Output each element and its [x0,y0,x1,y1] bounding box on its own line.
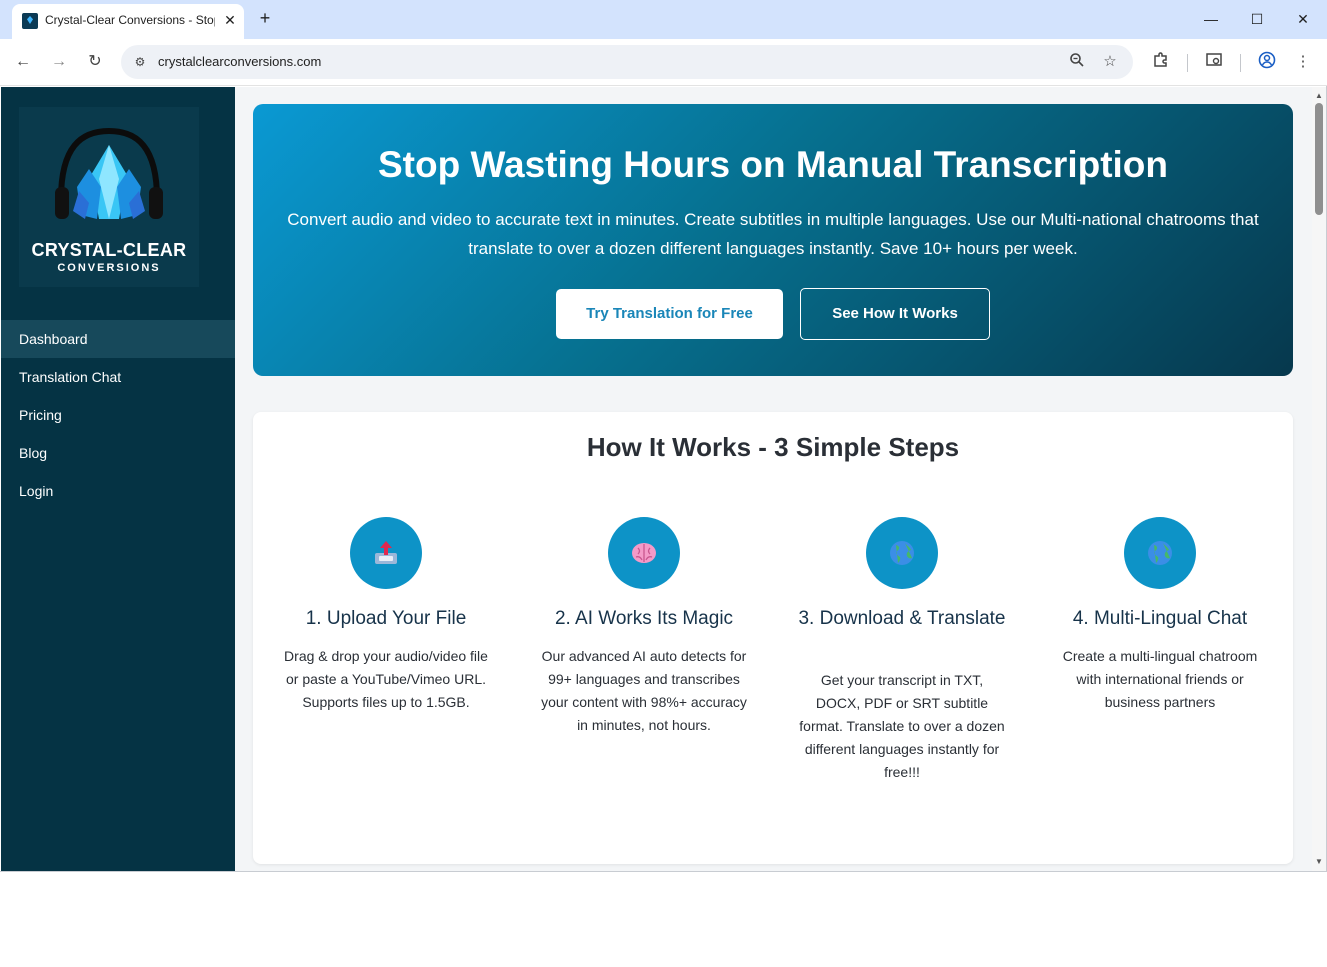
hero-title: Stop Wasting Hours on Manual Transcripti… [377,144,1169,185]
logo-title: CRYSTAL-CLEAR [31,240,187,260]
sidebar-item-translation-chat[interactable]: Translation Chat [1,358,235,396]
upload-tray-icon [350,517,422,589]
step-title: 2. AI Works Its Magic [554,608,734,629]
scroll-thumb[interactable] [1315,103,1323,215]
logo[interactable]: CRYSTAL-CLEAR CONVERSIONS [19,107,199,287]
step-title: 3. Download & Translate [798,608,1006,629]
step-title: 4. Multi-Lingual Chat [1072,608,1248,629]
step-description: Create a multi-lingual chatroom with int… [1062,648,1258,710]
maximize-icon[interactable]: ☐ [1242,6,1272,32]
zoom-icon[interactable] [1067,52,1087,72]
bookmark-star-icon[interactable]: ☆ [1100,52,1120,72]
step-description: Our advanced AI auto detects for 99+ lan… [541,648,747,733]
hero-description: Convert audio and video to accurate text… [287,210,1259,258]
try-translation-button[interactable]: Try Translation for Free [556,289,783,339]
reload-icon[interactable]: ↻ [83,50,107,74]
back-icon[interactable]: ← [11,50,35,74]
main-content: Stop Wasting Hours on Manual Transcripti… [235,87,1312,871]
sidebar-item-pricing[interactable]: Pricing [1,396,235,434]
brain-icon [608,517,680,589]
tab-strip: Crystal-Clear Conversions - Stop Wasting… [0,0,1327,39]
browser-toolbar: ← → ↻ ⚙ crystalclearconversions.com ☆ ⋮ [0,39,1327,86]
sidebar-item-dashboard[interactable]: Dashboard [1,320,235,358]
tab-title: Crystal-Clear Conversions - Stop Wasting… [45,13,215,27]
tab-search-icon[interactable] [1203,51,1225,73]
section-title: How It Works - 3 Simple Steps [586,432,960,462]
new-tab-icon[interactable]: + [255,8,275,28]
scroll-down-icon[interactable]: ▼ [1312,857,1326,867]
address-bar[interactable]: ⚙ crystalclearconversions.com ☆ [121,45,1133,79]
toolbar-divider [1240,54,1241,72]
sidebar-item-blog[interactable]: Blog [1,434,235,472]
globe-icon [866,517,938,589]
close-tab-icon[interactable]: ✕ [220,10,240,30]
forward-icon[interactable]: → [47,50,71,74]
extensions-icon[interactable] [1150,51,1172,73]
page-scrollbar[interactable]: ▲ ▼ [1312,87,1326,871]
step-description: Drag & drop your audio/video file or pas… [284,648,488,710]
how-it-works-section: How It Works - 3 Simple Steps 1. Upload … [253,412,1293,864]
hero-banner: Stop Wasting Hours on Manual Transcripti… [253,104,1293,376]
see-how-it-works-button[interactable]: See How It Works [800,288,990,340]
site-favicon-icon [22,13,38,29]
sidebar: CRYSTAL-CLEAR CONVERSIONS Dashboard Tran… [1,87,235,871]
site-info-icon[interactable]: ⚙ [131,53,149,71]
logo-subtitle: CONVERSIONS [57,262,161,274]
profile-icon[interactable] [1256,51,1278,73]
window-close-icon[interactable]: ✕ [1288,6,1318,32]
minimize-icon[interactable]: — [1196,6,1226,32]
browser-menu-icon[interactable]: ⋮ [1292,51,1314,73]
scroll-up-icon[interactable]: ▲ [1312,91,1326,101]
step-title: 1. Upload Your File [305,608,467,629]
page-viewport: CRYSTAL-CLEAR CONVERSIONS Dashboard Tran… [1,87,1312,871]
url-text: crystalclearconversions.com [158,54,322,69]
browser-tab[interactable]: Crystal-Clear Conversions - Stop Wasting… [12,4,244,39]
toolbar-divider [1187,54,1188,72]
step-description: Get your transcript in TXT, DOCX, PDF or… [799,672,1005,780]
crystal-headphones-icon [55,127,163,219]
globe-icon [1124,517,1196,589]
sidebar-item-login[interactable]: Login [1,472,235,510]
